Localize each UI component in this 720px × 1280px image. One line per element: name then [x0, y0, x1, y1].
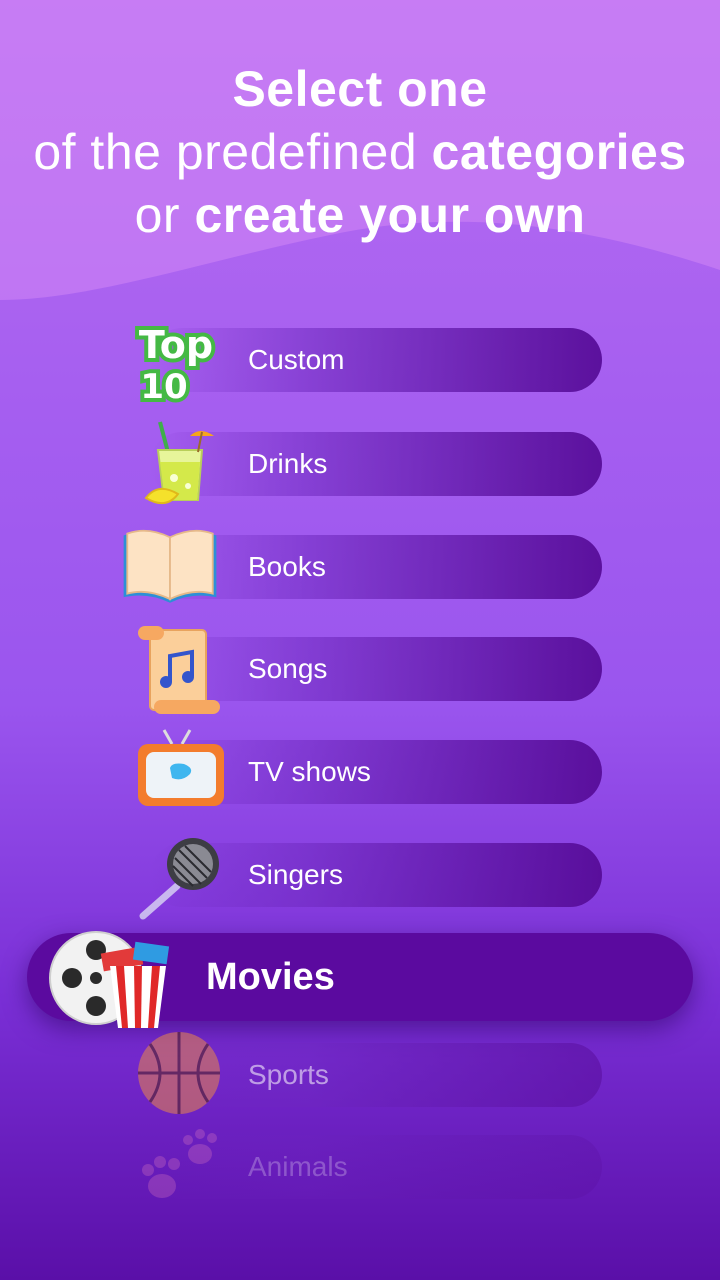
- top10-icon: Top 10: [135, 319, 217, 410]
- paw-icon: [142, 1129, 217, 1198]
- category-label: Books: [248, 551, 326, 582]
- category-label: Songs: [248, 653, 328, 684]
- tv-icon: [138, 729, 224, 806]
- page-title: Select one of the predefined categories …: [33, 61, 687, 243]
- microphone-icon: [139, 838, 219, 920]
- basketball-icon: [138, 1032, 220, 1114]
- music-scroll-icon: [138, 626, 220, 714]
- svg-text:Top: Top: [139, 323, 213, 367]
- category-label: Sports: [248, 1059, 329, 1090]
- book-icon: [123, 529, 217, 603]
- title-line-1: Select one: [232, 61, 488, 117]
- category-label: TV shows: [248, 756, 371, 787]
- lemonade-icon: [144, 421, 214, 505]
- category-label: Drinks: [248, 448, 328, 479]
- category-label: Singers: [248, 859, 343, 890]
- film-popcorn-icon: [49, 931, 170, 1028]
- category-label: Animals: [248, 1151, 348, 1182]
- category-label-selected: Movies: [206, 956, 335, 998]
- category-label: Custom: [248, 344, 345, 375]
- svg-text:10: 10: [140, 367, 187, 407]
